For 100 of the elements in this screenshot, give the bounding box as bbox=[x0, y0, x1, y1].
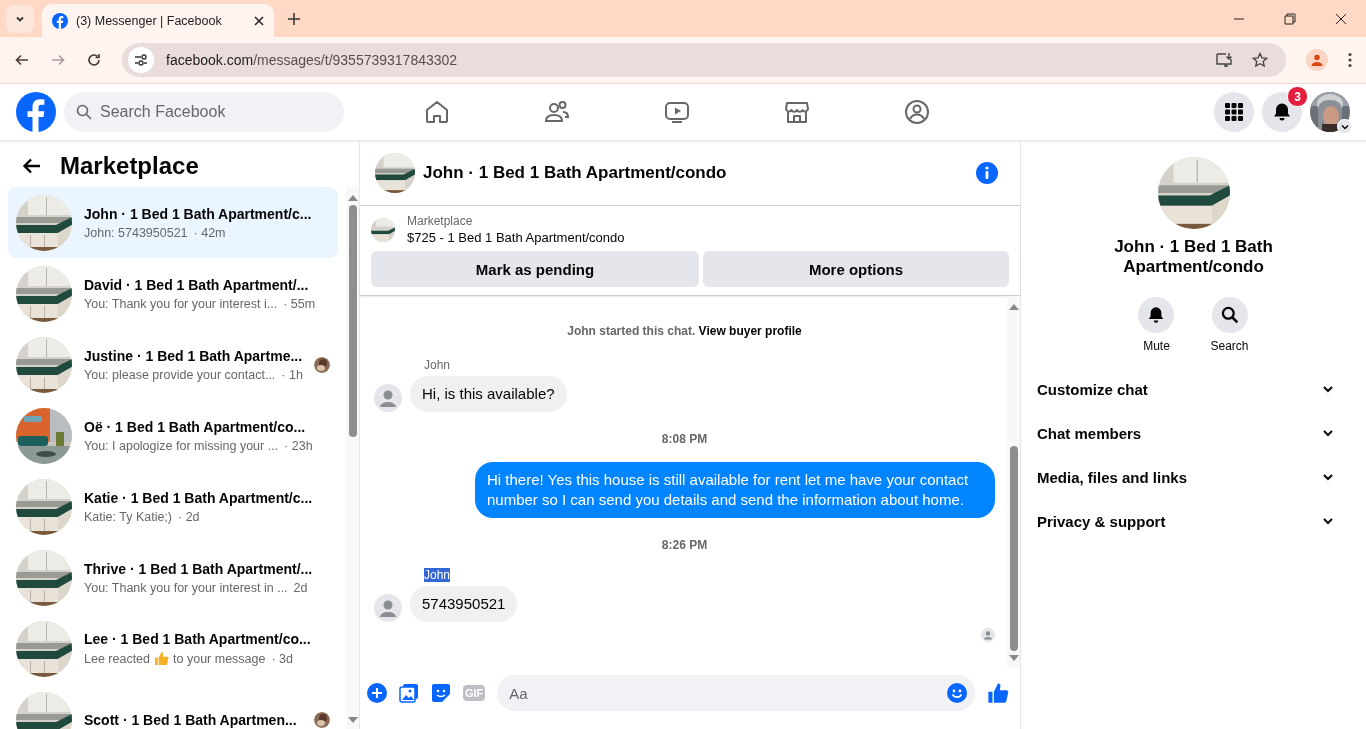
system-message: John started this chat. View buyer profile bbox=[567, 324, 802, 338]
collapsible-section[interactable]: Chat members bbox=[1037, 411, 1350, 455]
message-preview: You: please provide your contact... bbox=[84, 367, 276, 382]
conversation-item[interactable]: Thrive · 1 Bed 1 Bath Apartment/... You: Thank you for your interest in ... 2d bbox=[8, 542, 338, 613]
chat-title: John · 1 Bed 1 Bath Apartment/condo bbox=[1113, 237, 1274, 277]
facebook-logo-icon bbox=[52, 12, 68, 29]
message-time: · 55m bbox=[283, 296, 316, 311]
message-bubble: 5743950521 bbox=[410, 586, 518, 622]
message-time: · 42m bbox=[193, 225, 226, 240]
conversation-item[interactable]: Oë · 1 Bed 1 Bath Apartment/co... You: I apologize for missing your ... · 23h bbox=[8, 400, 338, 471]
thumbs-up-icon bbox=[154, 651, 170, 666]
listing-label: Marketplace bbox=[407, 214, 474, 228]
groups-icon[interactable] bbox=[904, 99, 930, 125]
back-icon[interactable] bbox=[14, 52, 30, 68]
message-time: · 2d bbox=[178, 509, 200, 524]
chat-title: John · 1 Bed 1 Bath Apartment/condo bbox=[423, 163, 727, 183]
conversation-name: Justine · 1 Bed 1 Bath Apartme... bbox=[84, 347, 302, 364]
message-time: · 23h bbox=[284, 438, 313, 453]
grid-icon bbox=[1224, 102, 1244, 122]
sticker-icon[interactable] bbox=[431, 683, 451, 703]
thumbs-up-icon[interactable] bbox=[987, 682, 1009, 704]
profile-icon[interactable] bbox=[1306, 49, 1328, 71]
menu-button[interactable] bbox=[1214, 92, 1254, 132]
conversation-name: David · 1 Bed 1 Bath Apartment/... bbox=[84, 276, 310, 293]
default-avatar-icon bbox=[374, 384, 402, 412]
collapsible-section[interactable]: Customize chat bbox=[1037, 367, 1350, 411]
site-settings-icon[interactable] bbox=[128, 47, 154, 73]
message-timestamp: 8:08 PM bbox=[661, 432, 708, 446]
conversation-item[interactable]: Katie · 1 Bed 1 Bath Apartment/c... Katie: Ty Katie;) · 2d bbox=[8, 471, 338, 542]
bookmark-star-icon[interactable] bbox=[1252, 52, 1268, 68]
message-time: · 1h bbox=[281, 367, 303, 382]
notification-badge: 3 bbox=[1287, 86, 1308, 107]
home-icon[interactable] bbox=[424, 99, 450, 125]
conversation-item[interactable]: David · 1 Bed 1 Bath Apartment/... You: Thank you for your interest i... · 55m bbox=[8, 258, 338, 329]
new-tab-icon[interactable] bbox=[288, 13, 300, 25]
chevron-down-icon[interactable] bbox=[1337, 119, 1352, 134]
conversation-name: Katie · 1 Bed 1 Bath Apartment/c... bbox=[84, 489, 314, 506]
chevron-down-icon bbox=[1322, 383, 1334, 395]
section-title: Marketplace bbox=[60, 152, 199, 180]
photo-icon[interactable] bbox=[399, 683, 419, 703]
message-preview: Lee reacted bbox=[84, 651, 151, 666]
notifications-button[interactable] bbox=[1262, 92, 1302, 132]
search-icon bbox=[76, 104, 92, 120]
sender-name: John bbox=[424, 568, 451, 582]
tab-title: (3) Messenger | Facebook bbox=[76, 13, 223, 28]
action-label: Search bbox=[1210, 339, 1249, 353]
menu-icon[interactable] bbox=[1348, 52, 1352, 68]
close-icon[interactable] bbox=[254, 15, 264, 26]
url-text: facebook.com/messages/t/9355739317843302 bbox=[166, 52, 458, 68]
sender-name: John bbox=[424, 358, 451, 372]
message-preview: Katie: Ty Katie;) bbox=[84, 509, 172, 524]
address-bar[interactable]: facebook.com/messages/t/9355739317843302 bbox=[122, 43, 1286, 77]
install-app-icon[interactable] bbox=[1216, 52, 1234, 68]
conversation-name: Thrive · 1 Bed 1 Bath Apartment/... bbox=[84, 560, 314, 577]
message-preview: You: Thank you for your interest i... bbox=[84, 296, 278, 311]
conversation-item[interactable]: Justine · 1 Bed 1 Bath Apartme... You: please provide your contact... · 1h bbox=[8, 329, 338, 400]
message-bubble: Hi there! Yes this house is still available for rent let me have your contact number so I can send you details and send the information about home. bbox=[475, 462, 995, 518]
browser-tab[interactable]: (3) Messenger | Facebook bbox=[42, 4, 274, 37]
storefront-icon[interactable] bbox=[784, 99, 810, 125]
conversation-item[interactable]: Scott · 1 Bed 1 Bath Apartmen... bbox=[8, 684, 338, 729]
facebook-logo-icon[interactable] bbox=[16, 92, 56, 132]
listing-action-button[interactable]: Mark as pending bbox=[371, 251, 699, 287]
close-window-icon[interactable] bbox=[1335, 13, 1347, 25]
message-preview: You: Thank you for your interest in ... bbox=[84, 580, 288, 595]
conversation-name: John · 1 Bed 1 Bath Apartment/c... bbox=[84, 205, 313, 222]
scrollbar[interactable] bbox=[346, 187, 359, 729]
restore-icon[interactable] bbox=[1284, 13, 1296, 25]
message-preview: You: I apologize for missing your ... bbox=[84, 438, 279, 453]
friends-icon[interactable] bbox=[544, 99, 570, 125]
default-avatar-icon bbox=[374, 594, 402, 622]
chevron-down-icon bbox=[1322, 471, 1334, 483]
conversation-name: Scott · 1 Bed 1 Bath Apartmen... bbox=[84, 711, 298, 728]
bell-icon bbox=[1272, 102, 1292, 122]
message-timestamp: 8:26 PM bbox=[661, 538, 708, 552]
collapsible-section[interactable]: Privacy & support bbox=[1037, 499, 1350, 543]
scrollbar[interactable] bbox=[1007, 296, 1020, 667]
listing-title[interactable]: $725 - 1 Bed 1 Bath Apartment/condo bbox=[407, 230, 625, 245]
emoji-icon[interactable] bbox=[947, 683, 967, 703]
conversation-item[interactable]: John · 1 Bed 1 Bath Apartment/c... John: 5743950521 · 42m bbox=[8, 187, 338, 258]
conversation-item[interactable]: Lee · 1 Bed 1 Bath Apartment/co... Lee reacted to your message · 3d bbox=[8, 613, 338, 684]
search-icon[interactable] bbox=[1211, 297, 1248, 333]
reload-icon[interactable] bbox=[86, 52, 102, 68]
conversation-name: Lee · 1 Bed 1 Bath Apartment/co... bbox=[84, 631, 312, 647]
conversation-name: Oë · 1 Bed 1 Bath Apartment/co... bbox=[84, 418, 307, 435]
collapsible-section[interactable]: Media, files and links bbox=[1037, 455, 1350, 499]
action-label: Mute bbox=[1143, 339, 1170, 353]
message-preview: John: 5743950521 bbox=[84, 225, 188, 240]
buyer-profile-link[interactable]: View buyer profile bbox=[698, 324, 802, 338]
back-arrow-icon[interactable] bbox=[22, 156, 42, 176]
video-icon[interactable] bbox=[664, 99, 690, 125]
search-field[interactable]: Search Facebook bbox=[64, 92, 344, 132]
message-bubble: Hi, is this available? bbox=[410, 376, 567, 412]
bell-icon[interactable] bbox=[1138, 297, 1175, 333]
info-icon[interactable] bbox=[976, 162, 998, 184]
chevron-down-icon bbox=[1322, 427, 1334, 439]
listing-action-button[interactable]: More options bbox=[703, 251, 1009, 287]
message-time: · 3d bbox=[271, 651, 293, 666]
message-input[interactable]: Aa bbox=[497, 675, 975, 711]
chevron-down-icon bbox=[1322, 515, 1334, 527]
add-icon[interactable] bbox=[367, 683, 387, 703]
